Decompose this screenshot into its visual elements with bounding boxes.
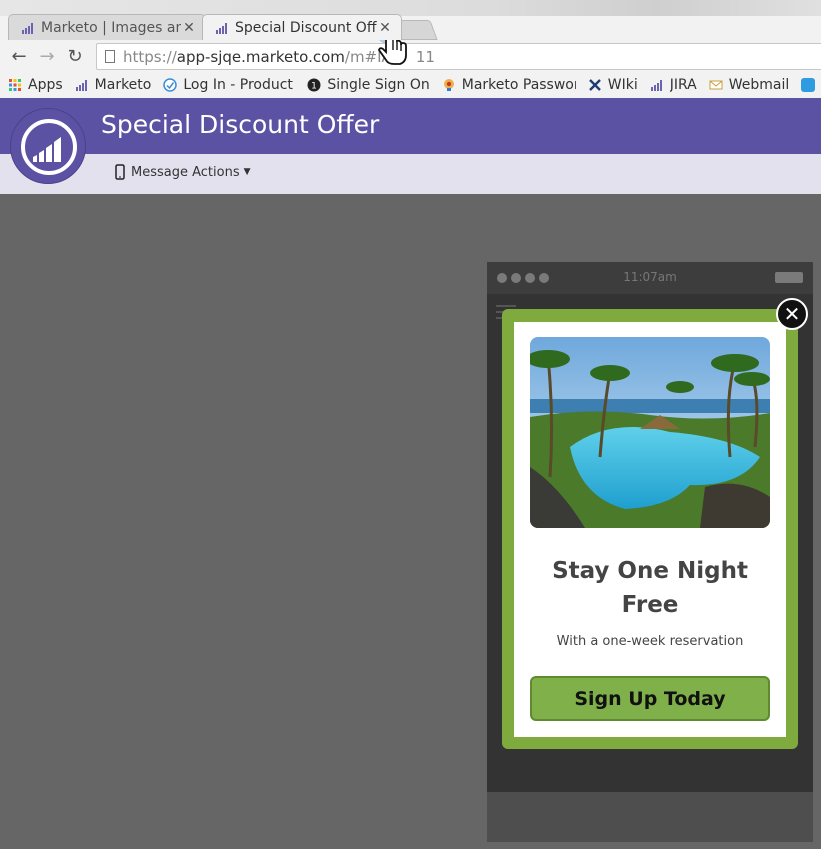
bookmark-overflow[interactable] xyxy=(801,78,821,92)
reload-icon[interactable]: ↻ xyxy=(64,46,86,68)
offer-headline: Stay One Night Free xyxy=(552,558,748,618)
signal-dot-icon xyxy=(525,273,535,283)
resort-pool-image xyxy=(530,337,770,528)
page-icon xyxy=(105,50,115,63)
bookmark-login[interactable]: Log In - Product D xyxy=(163,77,295,93)
phone-bottom-bezel xyxy=(487,792,813,842)
caret-down-icon: ▼ xyxy=(243,167,251,177)
back-arrow-icon[interactable]: ← xyxy=(8,46,30,68)
marketo-favicon-icon xyxy=(216,22,227,34)
bookmark-single-sign-on[interactable]: 1 Single Sign On xyxy=(307,77,430,93)
phone-time: 11:07am xyxy=(623,270,677,284)
modal-close-button[interactable]: ✕ xyxy=(776,298,808,330)
message-actions-label: Message Actions xyxy=(131,164,240,180)
browser-tab-images[interactable]: Marketo | Images an ✕ xyxy=(8,14,206,40)
marketo-logo[interactable] xyxy=(10,108,86,184)
signal-dot-icon xyxy=(497,273,507,283)
bookmark-wiki[interactable]: WIki xyxy=(588,77,638,93)
tab-close-icon[interactable]: ✕ xyxy=(181,20,197,36)
bookmark-overflow-icon xyxy=(801,78,816,92)
sign-up-button[interactable]: Sign Up Today xyxy=(530,676,770,721)
forward-arrow-icon[interactable]: → xyxy=(36,46,58,68)
marketo-icon xyxy=(650,80,662,91)
one-icon: 1 xyxy=(307,78,321,92)
signal-dot-icon xyxy=(511,273,521,283)
bookmark-jira[interactable]: JIRA xyxy=(650,77,697,93)
resort-photo xyxy=(530,337,770,528)
battery-icon xyxy=(775,272,803,283)
signal-dot-icon xyxy=(539,273,549,283)
mail-icon xyxy=(709,80,723,90)
login-icon xyxy=(163,78,178,92)
tab-label: Special Discount Off xyxy=(235,19,377,36)
svg-text:1: 1 xyxy=(311,82,317,92)
mobile-phone-icon xyxy=(115,164,125,180)
apps-grid-icon xyxy=(9,79,21,91)
bookmark-marketo[interactable]: Marketo xyxy=(75,77,151,93)
message-actions-menu[interactable]: Message Actions ▼ xyxy=(115,164,251,180)
marketo-logo-icon xyxy=(21,119,77,175)
marketo-favicon-icon xyxy=(22,22,33,34)
wiki-icon xyxy=(588,79,601,91)
tab-close-icon[interactable]: ✕ xyxy=(377,20,393,36)
bookmarks-bar: Apps Marketo Log In - Product D 1 Single… xyxy=(0,73,821,97)
tab-label: Marketo | Images an xyxy=(41,19,181,36)
bookmark-webmail[interactable]: Webmail xyxy=(709,77,789,93)
bookmark-apps[interactable]: Apps xyxy=(8,77,63,93)
bookmark-marketo-password[interactable]: Marketo Passworc xyxy=(442,77,576,93)
address-bar[interactable]: https://app-sjqe.marketo.com/m#IA 11 xyxy=(96,43,821,70)
marketo-icon xyxy=(75,80,87,91)
browser-tab-special-discount[interactable]: Special Discount Off ✕ xyxy=(202,14,402,40)
page-title: Special Discount Offer xyxy=(101,110,380,139)
password-icon xyxy=(443,79,454,91)
offer-subtext: With a one-week reservation xyxy=(556,634,744,649)
